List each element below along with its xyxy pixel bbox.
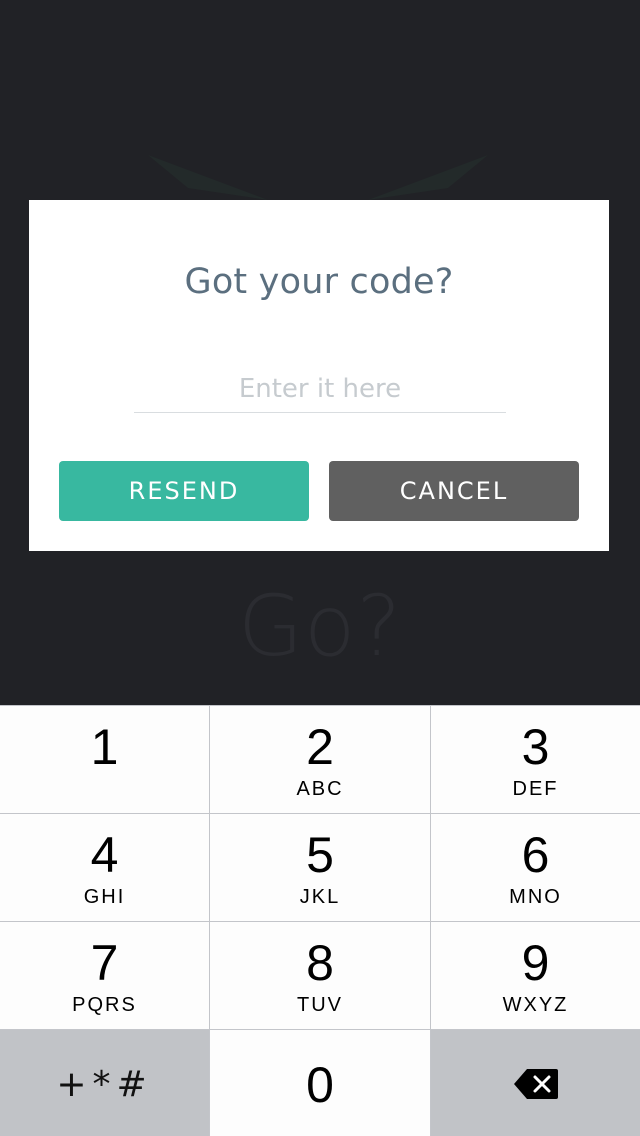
key-symbols[interactable]: +*# xyxy=(0,1030,209,1136)
key-0[interactable]: 0 xyxy=(210,1030,430,1136)
key-digit: 1 xyxy=(90,719,119,775)
key-letters: DEF xyxy=(512,778,559,800)
key-1[interactable]: 1 xyxy=(0,706,209,813)
resend-button[interactable]: RESEND xyxy=(59,461,309,521)
dialog-title: Got your code? xyxy=(184,262,454,302)
key-symbols-label: +*# xyxy=(56,1064,153,1105)
key-9[interactable]: 9 WXYZ xyxy=(431,922,640,1029)
key-digit: 4 xyxy=(90,827,119,883)
code-input[interactable] xyxy=(134,366,506,413)
backspace-icon xyxy=(513,1068,559,1104)
key-7[interactable]: 7 PQRS xyxy=(0,922,209,1029)
key-letters: MNO xyxy=(509,886,562,908)
numeric-keypad: 1 2 ABC 3 DEF 4 GHI 5 JKL 6 MNO 7 PQRS 8… xyxy=(0,705,640,1136)
key-5[interactable]: 5 JKL xyxy=(210,814,430,921)
key-letters: JKL xyxy=(299,886,341,908)
key-digit: 8 xyxy=(306,935,334,991)
key-letters: TUV xyxy=(297,994,343,1016)
key-digit: 5 xyxy=(306,827,334,883)
key-digit: 0 xyxy=(306,1057,334,1113)
key-letters: ABC xyxy=(296,778,344,800)
key-3[interactable]: 3 DEF xyxy=(431,706,640,813)
key-backspace[interactable] xyxy=(431,1030,640,1136)
verification-dialog: Got your code? RESEND CANCEL xyxy=(29,200,609,551)
key-4[interactable]: 4 GHI xyxy=(0,814,209,921)
key-digit: 9 xyxy=(521,935,550,991)
key-8[interactable]: 8 TUV xyxy=(210,922,430,1029)
key-6[interactable]: 6 MNO xyxy=(431,814,640,921)
key-letters: GHI xyxy=(83,886,126,908)
key-digit: 6 xyxy=(521,827,550,883)
background-heading: Go? xyxy=(237,577,403,675)
key-digit: 3 xyxy=(521,719,550,775)
key-digit: 7 xyxy=(90,935,119,991)
cancel-button[interactable]: CANCEL xyxy=(329,461,579,521)
key-digit: 2 xyxy=(306,719,334,775)
key-letters: PQRS xyxy=(72,994,137,1016)
key-2[interactable]: 2 ABC xyxy=(210,706,430,813)
key-letters: WXYZ xyxy=(502,994,569,1016)
